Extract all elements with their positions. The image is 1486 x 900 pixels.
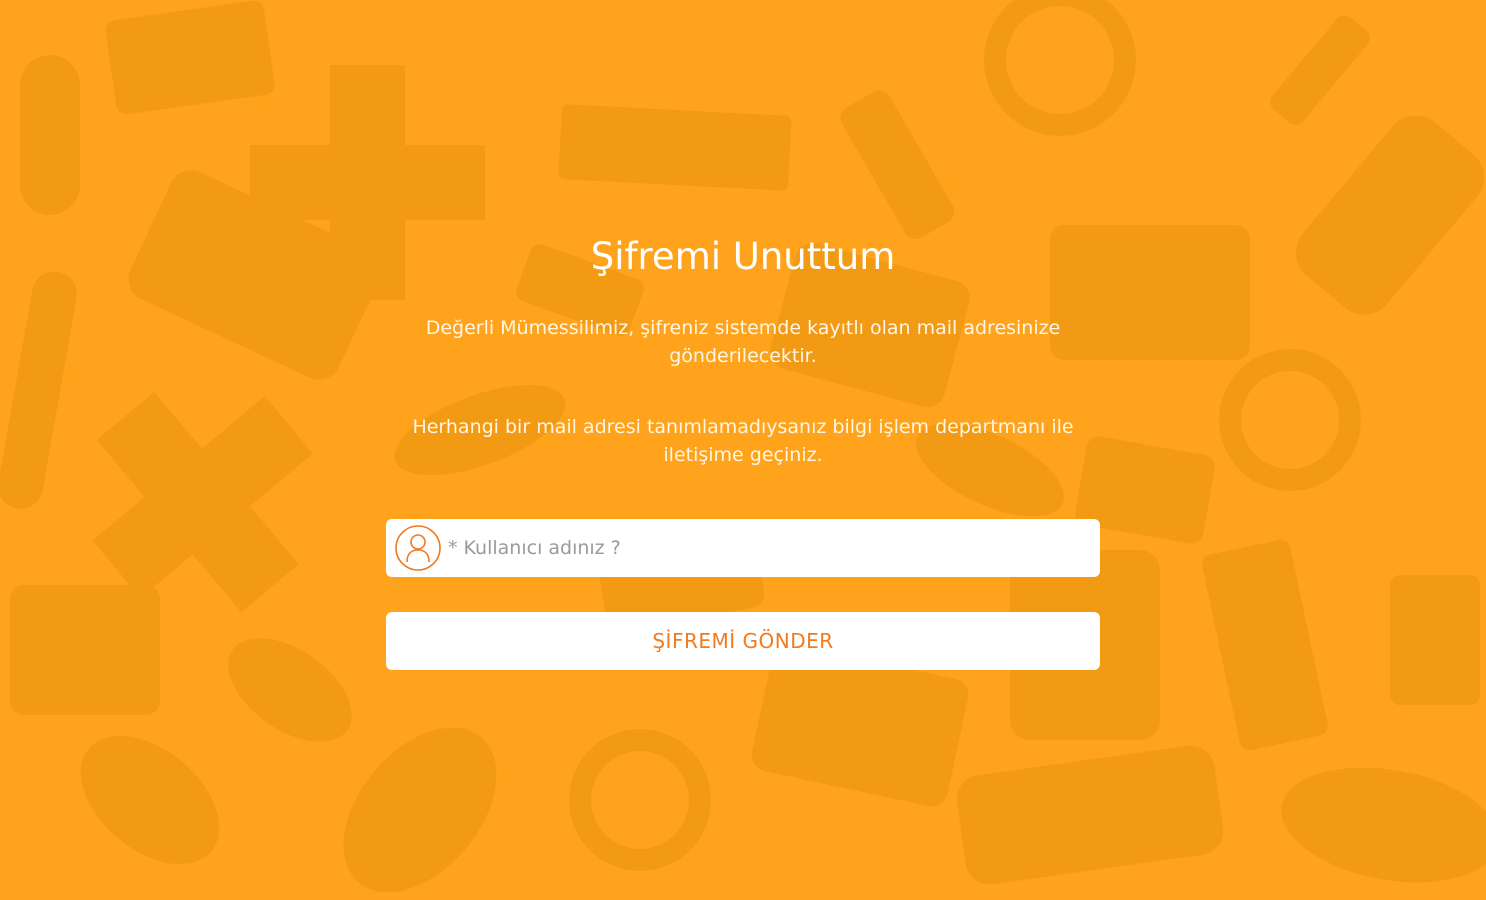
info-text-email: Değerli Mümessilimiz, şifreniz sistemde …	[425, 317, 1061, 367]
username-input[interactable]	[448, 519, 1088, 577]
send-password-button[interactable]: ŞİFREMİ GÖNDER	[386, 612, 1100, 670]
forgot-password-screen: Şifremi Unuttum Değerli Mümessilimiz, şi…	[0, 0, 1486, 900]
user-icon	[395, 525, 441, 571]
content: Şifremi Unuttum Değerli Mümessilimiz, şi…	[0, 0, 1486, 900]
username-field[interactable]	[386, 519, 1100, 577]
info-text-contact-it: Herhangi bir mail adresi tanımlamadıysan…	[412, 416, 1074, 466]
page-title: Şifremi Unuttum	[590, 235, 896, 278]
